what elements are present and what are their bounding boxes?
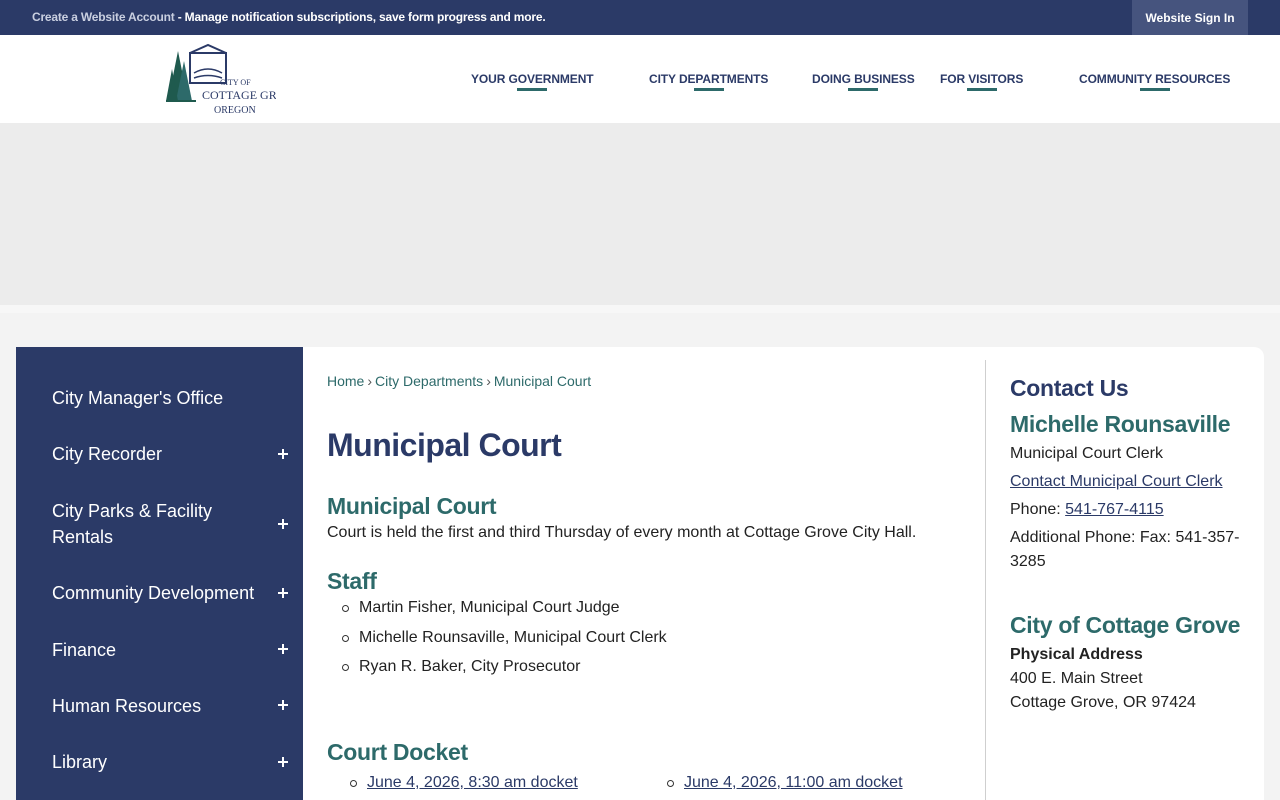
contact-clerk-link[interactable]: Contact Municipal Court Clerk <box>1010 473 1223 490</box>
expand-plus-icon[interactable] <box>276 755 290 769</box>
staff-list-item: Ryan R. Baker, City Prosecutor <box>341 658 581 675</box>
address-label: Physical Address <box>1010 646 1143 663</box>
nav-city-departments[interactable]: CITY DEPARTMENTS <box>649 72 769 91</box>
expand-plus-icon[interactable] <box>276 447 290 461</box>
contact-additional-phone: Additional Phone: Fax: 541-357-3285 <box>1010 529 1240 570</box>
nav-underline <box>517 88 548 91</box>
nav-underline <box>693 88 724 91</box>
create-account-link[interactable]: Create a Website Account <box>32 10 175 24</box>
contact-us-heading: Contact Us <box>1010 375 1129 401</box>
address-street: 400 E. Main Street <box>1010 670 1143 687</box>
column-divider <box>985 360 986 800</box>
contact-title: Municipal Court Clerk <box>1010 445 1163 462</box>
nav-underline <box>848 88 879 91</box>
contact-name: Michelle Rounsaville <box>1010 411 1231 437</box>
expand-plus-icon[interactable] <box>276 586 290 600</box>
content-card: Home › City Departments › Municipal Court Mu… <box>303 347 1264 800</box>
hero-banner <box>0 123 1280 305</box>
court-heading: Municipal Court <box>327 493 497 519</box>
sidebar-item-label: City Recorder <box>52 444 163 464</box>
sidebar-item-label: City Parks & Facility Rentals <box>52 501 213 547</box>
expand-plus-icon[interactable] <box>276 642 290 656</box>
logo-text-city: CITY OF <box>220 78 251 87</box>
nav-community-resources[interactable]: COMMUNITY RESOURCES <box>1079 72 1231 91</box>
docket-link[interactable]: June 4, 2026, 11:00 am docket <box>667 774 903 792</box>
contact-phone: Phone: 541-767-4115 <box>1010 498 1164 522</box>
account-message: Create a Website Account - Manage notifi… <box>32 10 546 24</box>
expand-plus-icon[interactable] <box>276 517 290 531</box>
site-header: CITY OF COTTAGE GROVE OREGON YOUR GOVERN… <box>0 35 1280 123</box>
city-logo[interactable]: CITY OF COTTAGE GROVE OREGON <box>164 43 276 117</box>
nav-doing-business[interactable]: DOING BUSINESS <box>812 72 915 91</box>
nav-your-government[interactable]: YOUR GOVERNMENT <box>471 72 594 91</box>
nav-label: FOR VISITORS <box>940 72 1024 86</box>
nav-label: COMMUNITY RESOURCES <box>1079 72 1231 86</box>
court-schedule-text: Court is held the first and third Thursd… <box>327 524 917 541</box>
page-title: Municipal Court <box>327 427 562 463</box>
phone-link[interactable]: 541-767-4115 <box>1065 501 1163 518</box>
org-heading: City of Cottage Grove <box>1010 612 1241 638</box>
logo-text-name: COTTAGE GROVE <box>202 88 276 102</box>
staff-list-item: Michelle Rounsaville, Municipal Court Cl… <box>342 629 667 646</box>
sidebar-item-label: Human Resources <box>52 696 202 716</box>
hero-divider <box>0 305 1280 313</box>
court-docket-heading: Court Docket <box>327 739 468 765</box>
breadcrumb: Home › City Departments › Municipal Court <box>327 373 591 389</box>
breadcrumb-city-departments[interactable]: City Departments <box>375 373 483 389</box>
breadcrumb-separator: › <box>367 373 373 389</box>
sign-in-button[interactable]: Website Sign In <box>1132 0 1248 35</box>
address-city: Cottage Grove, OR 97424 <box>1010 694 1196 711</box>
sidebar-item-label: City Manager's Office <box>52 388 224 408</box>
phone-label: Phone: <box>1010 501 1066 518</box>
nav-underline <box>1139 88 1170 91</box>
expand-plus-icon[interactable] <box>276 698 290 712</box>
utility-bar: Create a Website Account - Manage notifi… <box>0 0 1280 35</box>
nav-for-visitors[interactable]: FOR VISITORS <box>940 72 1024 91</box>
breadcrumb-home[interactable]: Home <box>327 373 364 389</box>
nav-label: YOUR GOVERNMENT <box>471 72 594 86</box>
breadcrumb-separator: › <box>486 373 491 389</box>
staff-list-item: Martin Fisher, Municipal Court Judge <box>342 599 620 616</box>
account-message-text: - Manage notification subscriptions, sav… <box>174 10 546 24</box>
sidebar-nav: City Manager's Office City Recorder City… <box>16 347 303 800</box>
nav-underline <box>966 88 997 91</box>
logo-text-state: OREGON <box>214 105 256 116</box>
nav-label: DOING BUSINESS <box>812 72 915 86</box>
nav-label: CITY DEPARTMENTS <box>649 72 769 86</box>
sidebar-item-label: Library <box>52 752 108 772</box>
sidebar-item-label: Community Development <box>52 583 255 603</box>
breadcrumb-current: Municipal Court <box>493 373 592 389</box>
staff-heading: Staff <box>327 568 377 594</box>
sidebar-item-label: Finance <box>52 640 117 660</box>
docket-link[interactable]: June 4, 2026, 8:30 am docket <box>350 774 578 792</box>
